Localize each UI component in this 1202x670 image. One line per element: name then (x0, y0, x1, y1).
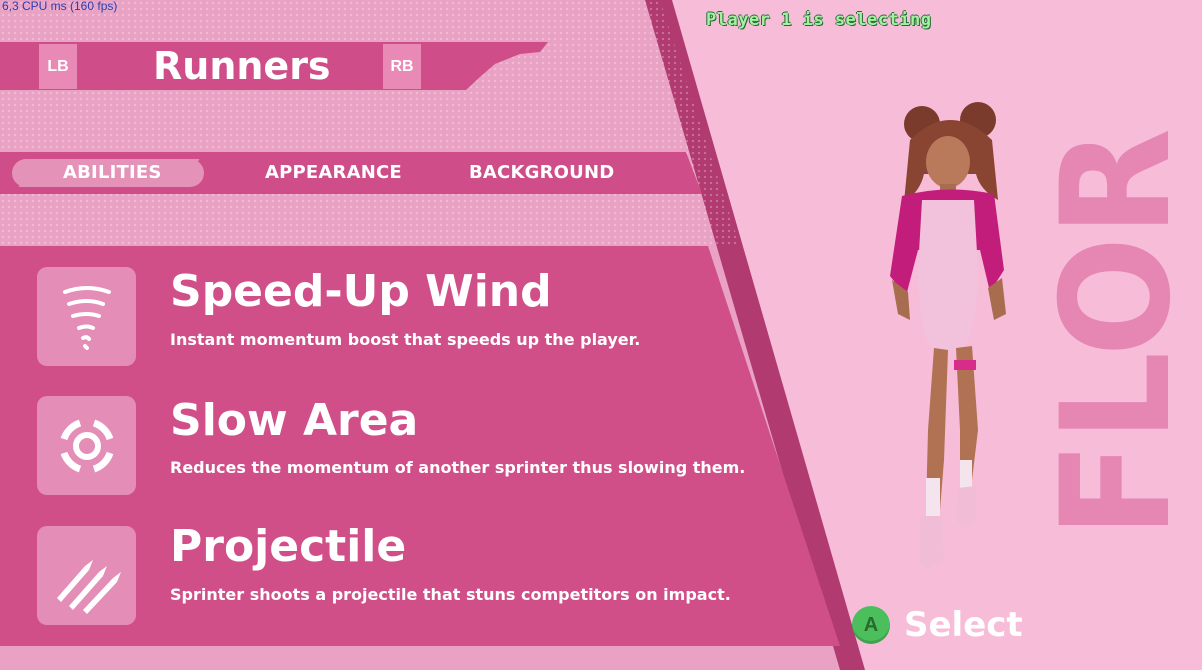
fps-counter: 6,3 CPU ms (160 fps) (2, 0, 118, 13)
rockets-icon (56, 559, 121, 614)
target-ring-icon (60, 419, 113, 472)
category-title: Runners (153, 44, 331, 88)
ability-name: Speed-Up Wind (170, 266, 552, 317)
lb-button[interactable]: LB (39, 44, 77, 89)
tab-abilities[interactable]: ABILITIES (63, 159, 162, 187)
ability-name: Slow Area (170, 395, 419, 446)
ability-name: Projectile (170, 521, 407, 572)
character-select-screen: 6,3 CPU ms (160 fps) LB Runners RB ABILI… (0, 0, 1202, 670)
ability-description: Sprinter shoots a projectile that stuns … (170, 585, 731, 604)
character-name-text: FLOR (1050, 128, 1200, 538)
rb-button[interactable]: RB (383, 44, 421, 89)
ability-icon-box (37, 267, 136, 366)
tab-background[interactable]: BACKGROUND (469, 159, 614, 187)
a-button-icon: A (852, 606, 890, 644)
select-prompt[interactable]: A Select (852, 605, 1023, 645)
player-status: Player 1 is selecting (706, 10, 932, 30)
character-model (890, 102, 1006, 570)
tornado-icon (62, 285, 111, 350)
tab-appearance[interactable]: APPEARANCE (265, 159, 402, 187)
ability-description: Reduces the momentum of another sprinter… (170, 458, 746, 477)
ability-description: Instant momentum boost that speeds up th… (170, 330, 641, 349)
ability-icon-box (37, 396, 136, 495)
select-label: Select (904, 605, 1023, 645)
character-name: FLOR (1050, 128, 1200, 538)
ability-icon-box (37, 526, 136, 625)
